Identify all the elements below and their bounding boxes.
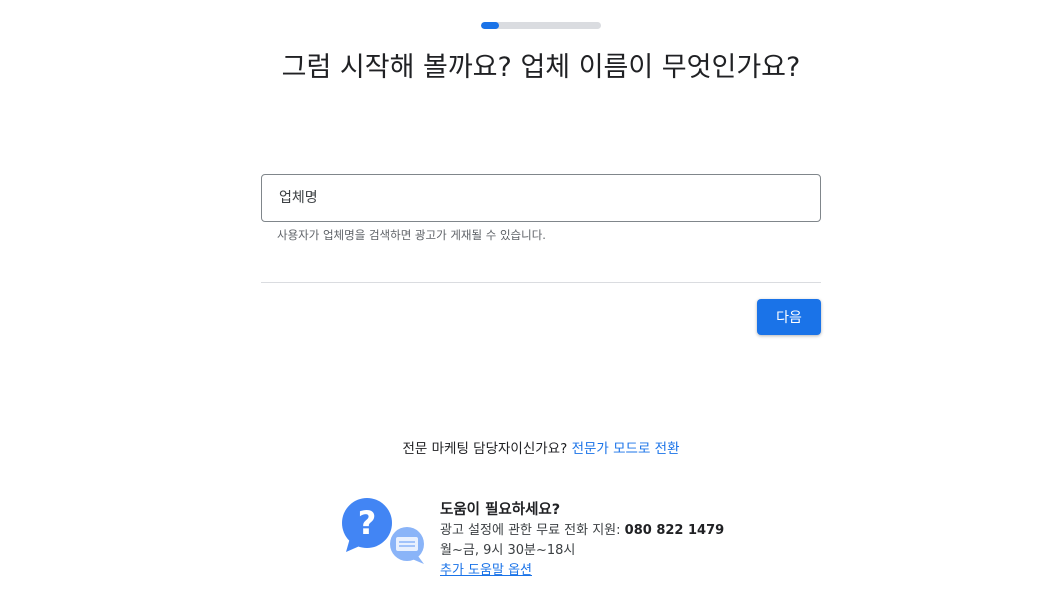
divider [261,282,821,283]
expert-question: 전문 마케팅 담당자이신가요? [402,441,568,457]
help-phone-number: 080 822 1479 [624,523,725,538]
help-chat-icon: ? [340,496,426,566]
next-button[interactable]: 다음 [757,299,821,335]
help-section: 도움이 필요하세요? 광고 설정에 관한 무료 전화 지원: 080 822 1… [440,500,724,581]
expert-mode-row: 전문 마케팅 담당자이신가요? 전문가 모드로 전환 [0,437,1053,457]
svg-text:?: ? [358,504,377,542]
more-help-link[interactable]: 추가 도움말 옵션 [440,563,532,578]
business-name-helper: 사용자가 업체명을 검색하면 광고가 게재될 수 있습니다. [277,228,546,242]
help-phone-label: 광고 설정에 관한 무료 전화 지원: [440,523,621,538]
expert-mode-link[interactable]: 전문가 모드로 전환 [572,441,680,457]
help-title: 도움이 필요하세요? [440,502,561,518]
business-name-input[interactable] [262,175,820,221]
setup-page: 그럼 시작해 볼까요? 업체 이름이 무엇인가요? 사용자가 업체명을 검색하면… [0,0,1053,615]
progress-fill [481,22,499,29]
progress-bar [481,22,601,29]
help-hours: 월~금, 9시 30분~18시 [440,543,576,558]
page-title: 그럼 시작해 볼까요? 업체 이름이 무엇인가요? [281,52,801,83]
business-name-field[interactable] [261,174,821,222]
help-phone-row: 광고 설정에 관한 무료 전화 지원: 080 822 1479 [440,521,724,541]
